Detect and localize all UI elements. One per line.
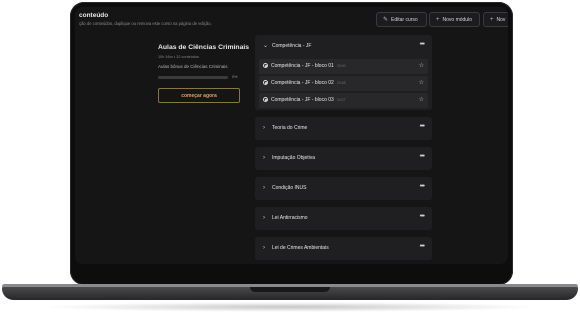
lesson-item[interactable]: Competência - JF - bloco 01 33:00 ☆ bbox=[259, 59, 428, 74]
page-subtitle: ção de conteúdos, duplique ou remova est… bbox=[79, 21, 212, 26]
module-card[interactable]: › Lei de Crimes Ambientais ••• bbox=[255, 237, 432, 260]
lesson-title: Competência - JF - bloco 03 bbox=[271, 97, 334, 103]
lesson-title: Competência - JF - bloco 02 bbox=[271, 80, 334, 86]
module-title: Teoria do Crime bbox=[272, 125, 308, 131]
more-options-icon[interactable]: ••• bbox=[420, 183, 425, 190]
lesson-item[interactable]: Competência - JF - bloco 02 23:58 ☆ bbox=[259, 76, 428, 91]
star-icon[interactable]: ☆ bbox=[419, 79, 424, 86]
lesson-duration: 23:58 bbox=[336, 81, 346, 85]
module-card[interactable]: › Condição INUS ••• bbox=[255, 177, 432, 200]
plus-icon: + bbox=[490, 16, 494, 23]
module-card[interactable]: › Imputação Objetiva ••• bbox=[255, 147, 432, 170]
lesson-title: Competência - JF - bloco 01 bbox=[271, 63, 334, 69]
course-progress-label: 0% bbox=[232, 75, 238, 79]
new-item-label: Nov bbox=[496, 16, 506, 23]
laptop-notch bbox=[250, 287, 330, 292]
module-card[interactable]: › Lei Antirracismo ••• bbox=[255, 207, 432, 230]
module-title: Lei Antirracismo bbox=[272, 215, 308, 221]
module-title: Lei de Crimes Ambientais bbox=[272, 245, 329, 251]
module-header[interactable]: ⌄ Competência - JF ••• bbox=[255, 35, 432, 58]
star-icon[interactable]: ☆ bbox=[419, 96, 424, 103]
chevron-right-icon[interactable]: › bbox=[263, 215, 265, 221]
lesson-duration: 33:00 bbox=[336, 64, 346, 68]
star-icon[interactable]: ☆ bbox=[419, 62, 424, 69]
new-item-button[interactable]: + Nov bbox=[483, 12, 508, 27]
chevron-right-icon[interactable]: › bbox=[263, 185, 265, 191]
page-title: conteúdo bbox=[79, 12, 109, 19]
module-title: Competência - JF bbox=[272, 43, 312, 49]
more-options-icon[interactable]: ••• bbox=[420, 213, 425, 220]
course-progress-bar bbox=[158, 76, 228, 79]
lesson-status-icon bbox=[263, 80, 268, 85]
pencil-icon: ✎ bbox=[383, 17, 389, 23]
module-title: Condição INUS bbox=[272, 185, 307, 191]
module-card[interactable]: › Teoria do Crime ••• bbox=[255, 117, 432, 140]
course-meta: 10h 16m • 32 conteúdos bbox=[158, 55, 200, 59]
lesson-item[interactable]: Competência - JF - bloco 03 24:07 ☆ bbox=[259, 93, 428, 108]
chevron-right-icon[interactable]: › bbox=[263, 125, 265, 131]
more-options-icon[interactable]: ••• bbox=[420, 123, 425, 130]
lesson-status-icon bbox=[263, 63, 268, 68]
new-module-button[interactable]: + Novo módulo bbox=[429, 12, 480, 27]
module-title: Imputação Objetiva bbox=[272, 155, 316, 161]
more-options-icon[interactable]: ••• bbox=[420, 153, 425, 160]
new-module-label: Novo módulo bbox=[442, 16, 472, 23]
lesson-duration: 24:07 bbox=[336, 98, 346, 102]
lesson-status-icon bbox=[263, 97, 268, 102]
laptop-shadow bbox=[40, 302, 540, 312]
module-card: ⌄ Competência - JF ••• Competência - JF … bbox=[255, 35, 432, 110]
chevron-right-icon[interactable]: › bbox=[263, 155, 265, 161]
chevron-down-icon[interactable]: ⌄ bbox=[263, 42, 268, 49]
more-options-icon[interactable]: ••• bbox=[420, 243, 425, 250]
plus-icon: + bbox=[436, 16, 440, 23]
app-screen: conteúdo ção de conteúdos, duplique ou r… bbox=[75, 7, 508, 264]
edit-course-label: Editar curso bbox=[391, 16, 418, 23]
more-options-icon[interactable]: ••• bbox=[420, 41, 425, 48]
edit-course-button[interactable]: ✎ Editar curso bbox=[376, 12, 427, 27]
course-title: Aulas de Ciências Criminais bbox=[158, 44, 250, 51]
start-now-button[interactable]: começar agora bbox=[158, 88, 240, 103]
course-description: Aulas bônus de Ciências Criminais bbox=[158, 64, 228, 69]
chevron-right-icon[interactable]: › bbox=[263, 245, 265, 251]
